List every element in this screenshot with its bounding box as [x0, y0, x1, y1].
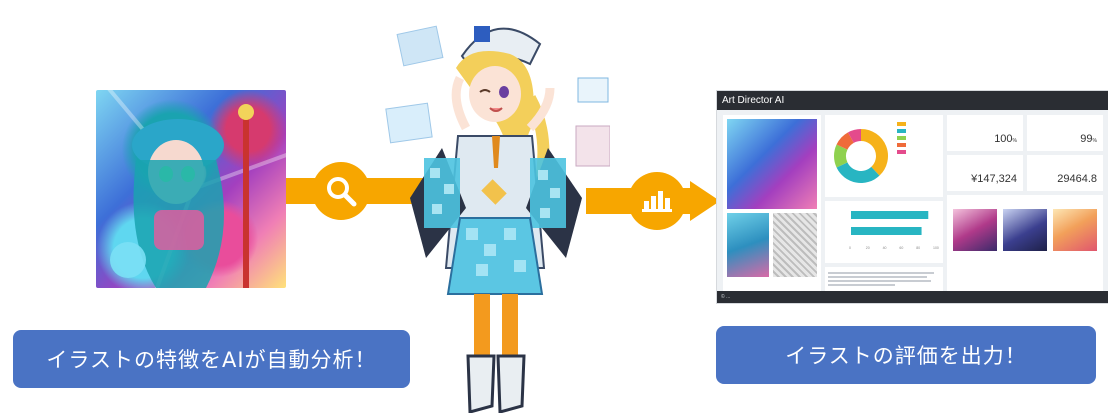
- stat-value: ¥147,324: [971, 173, 1017, 185]
- bar-tick-label: 60: [899, 246, 903, 250]
- right-caption: イラストの評価を出力！: [716, 326, 1096, 384]
- main-thumbnail[interactable]: [727, 119, 817, 209]
- dashboard-footer: © ...: [717, 291, 1108, 303]
- stat-card: 29464.8: [1027, 155, 1103, 191]
- illustration-figure: [110, 104, 254, 288]
- dashboard-window: Art Director AI 0 20 40 60 80 100 100% 99% ¥1…: [716, 90, 1108, 304]
- donut-slice: [861, 129, 888, 176]
- legend-swatch: [897, 150, 906, 154]
- bar-tick-label: 0: [849, 246, 851, 250]
- bar-panel: 0 20 40 60 80 100: [825, 201, 943, 263]
- horizontal-bar-chart: 0 20 40 60 80 100: [849, 211, 939, 250]
- donut-panel: [825, 115, 943, 197]
- text-line: [828, 280, 932, 282]
- stat-card: 99%: [1027, 115, 1103, 151]
- recommend-panel: [947, 195, 1103, 291]
- input-illustration: [96, 90, 286, 288]
- bar-tick-label: 40: [883, 246, 887, 250]
- stat-card: 100%: [947, 115, 1023, 151]
- stat-value: 100%: [994, 133, 1017, 145]
- bar-tick-label: 20: [866, 246, 870, 250]
- recommend-thumbnail[interactable]: [953, 209, 997, 251]
- legend-item: [897, 128, 908, 134]
- dashboard-title: Art Director AI: [717, 91, 1108, 110]
- stat-value: 29464.8: [1057, 173, 1097, 185]
- search-icon: [312, 162, 370, 220]
- legend-item: [897, 121, 908, 127]
- bar: [851, 227, 922, 235]
- donut-chart: [834, 129, 888, 183]
- text-line: [828, 276, 927, 278]
- left-caption: イラストの特徴をAIが自動分析！: [13, 330, 410, 388]
- comment-panel: [825, 267, 943, 291]
- legend-item: [897, 135, 908, 141]
- thumbnail[interactable]: [727, 213, 769, 277]
- donut-legend: [897, 121, 908, 156]
- text-line: [828, 272, 935, 274]
- text-line: [828, 284, 896, 286]
- bar: [851, 211, 929, 219]
- legend-swatch: [897, 136, 906, 140]
- legend-swatch: [897, 143, 906, 147]
- bar-tick-label: 100: [933, 246, 939, 250]
- legend-item: [897, 149, 908, 155]
- mascot-character: [385, 25, 610, 413]
- recommend-thumbnail[interactable]: [1003, 209, 1047, 251]
- sketch-thumbnail[interactable]: [773, 213, 817, 277]
- legend-swatch: [897, 122, 906, 126]
- legend-swatch: [897, 129, 906, 133]
- stat-value: 99%: [1080, 133, 1097, 145]
- stat-card: ¥147,324: [947, 155, 1023, 191]
- recommend-thumbnail[interactable]: [1053, 209, 1097, 251]
- bar-tick-label: 80: [916, 246, 920, 250]
- legend-item: [897, 142, 908, 148]
- image-panel: [723, 115, 821, 291]
- bar-chart-icon: [628, 172, 686, 230]
